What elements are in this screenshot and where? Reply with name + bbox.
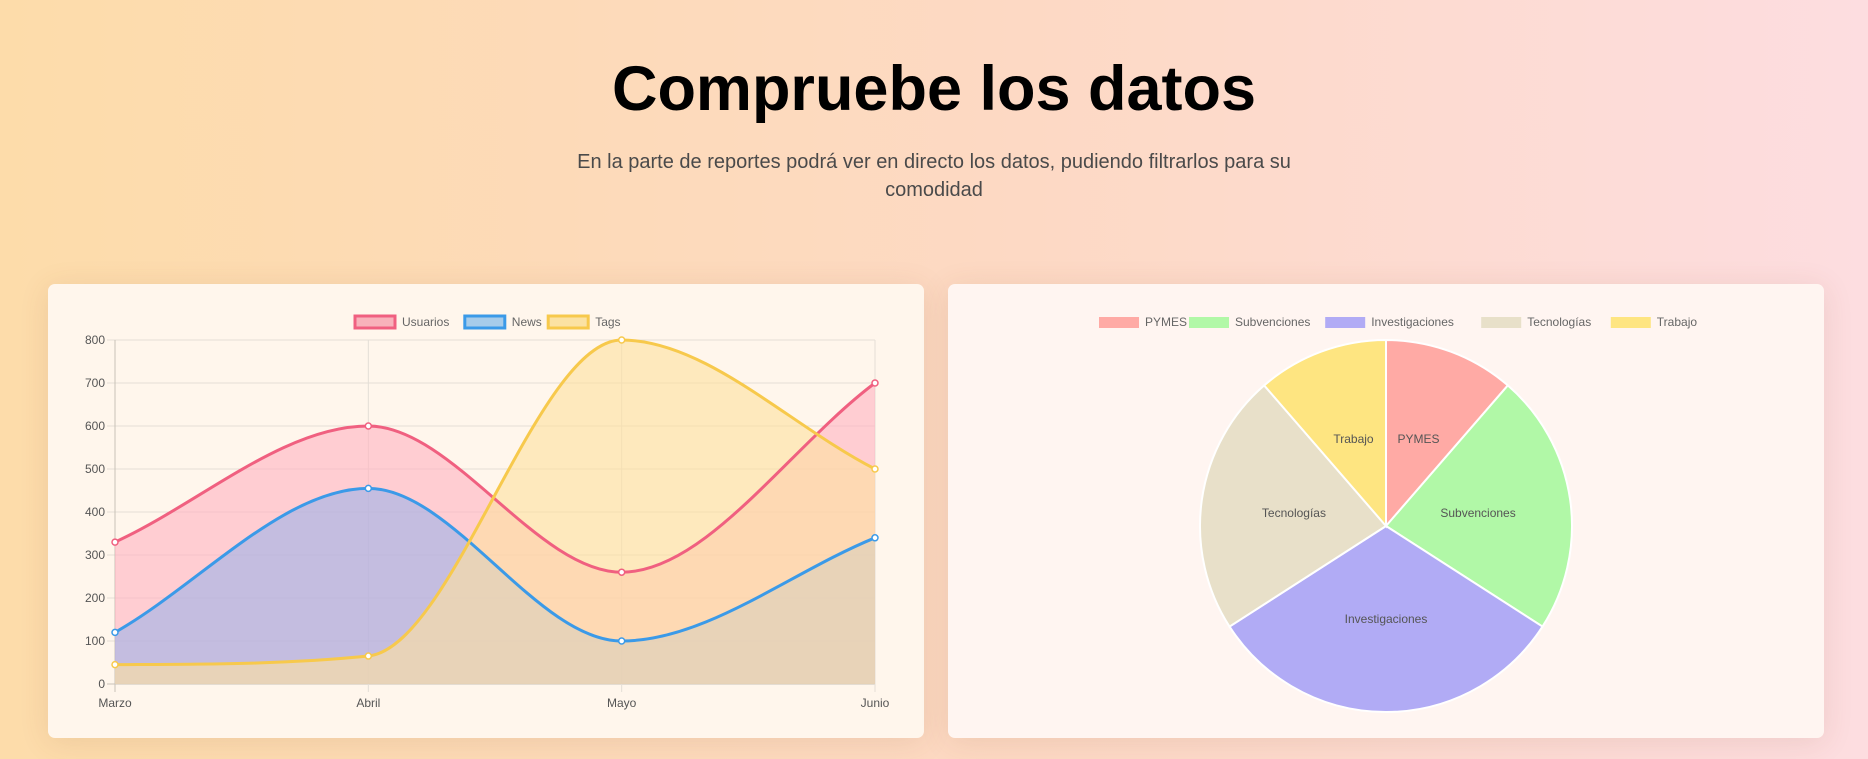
x-tick-label: Marzo [98,696,132,710]
legend-swatch-tecnologías [1481,317,1522,328]
point-news-abril[interactable] [364,484,373,493]
point-usuarios-abril[interactable] [364,422,373,430]
legend-label-tecnologías[interactable]: Tecnologías [1527,315,1591,329]
point-usuarios-marzo[interactable] [111,538,119,546]
legend-swatch-subvenciones [1189,317,1229,328]
legend-label-pymes[interactable]: PYMES [1145,315,1187,329]
legend-swatch-investigaciones [1325,317,1366,328]
line-chart-areas [115,340,875,684]
pie-chart-slices [1199,338,1573,713]
slice-label-pymes: PYMES [1397,432,1439,446]
legend-label-investigaciones[interactable]: Investigaciones [1371,315,1454,329]
pie-chart-legend: PYMES Subvenciones Investigaciones Tecnolog… [1099,315,1697,329]
legend-swatch-pymes [1099,317,1139,328]
point-tags-marzo[interactable] [111,660,119,669]
legend-swatch-tags [546,314,590,330]
legend-swatch-usuarios [353,314,397,330]
y-tick-label: 0 [98,677,105,691]
line-chart-y-axis: 0 100 200 300 400 500 600 700 800 [85,333,105,691]
slice-label-trabajo: Trabajo [1333,432,1374,446]
pie-chart: PYMES Subvenciones Investigaciones Tecnolog… [1099,315,1697,713]
y-tick-label: 200 [85,591,105,605]
legend-label-subvenciones[interactable]: Subvenciones [1235,315,1310,329]
x-tick-label: Junio [861,696,890,710]
y-tick-label: 300 [85,548,105,562]
x-tick-label: Abril [356,696,380,710]
slice-label-investigaciones: Investigaciones [1345,612,1428,626]
slice-label-tecnologías: Tecnologías [1262,506,1326,520]
y-tick-label: 400 [85,505,105,519]
legend-label-usuarios[interactable]: Usuarios [402,315,449,329]
page-title: Compruebe los datos [611,54,1257,124]
legend-label-news[interactable]: News [512,315,542,329]
point-news-marzo[interactable] [111,628,119,637]
y-tick-label: 600 [85,419,105,433]
point-tags-abril[interactable] [364,652,373,660]
point-news-junio[interactable] [871,534,879,542]
point-tags-junio[interactable] [871,465,879,473]
pie-chart-card: PYMES Subvenciones Investigaciones Tecnolog… [948,284,1824,738]
y-tick-label: 800 [85,333,105,347]
x-tick-label: Mayo [607,696,637,710]
point-news-mayo[interactable] [617,637,626,645]
legend-label-trabajo[interactable]: Trabajo [1657,315,1698,329]
line-chart: Usuarios News Tags 0 100 200 300 400 500 600 700 8… [85,314,890,710]
point-usuarios-mayo[interactable] [617,568,626,576]
page-subtitle: En la parte de reportes podrá ver en dir… [577,151,1291,201]
y-tick-label: 700 [85,376,105,390]
y-tick-label: 500 [85,462,105,476]
line-chart-legend: Usuarios News Tags [353,314,621,330]
line-chart-card: Usuarios News Tags 0 100 200 300 400 500 600 700 8… [48,284,924,738]
legend-swatch-trabajo [1610,317,1651,328]
legend-label-tags[interactable]: Tags [595,315,620,329]
legend-swatch-news [463,314,507,330]
slice-label-subvenciones: Subvenciones [1440,506,1515,520]
point-usuarios-junio[interactable] [871,379,879,387]
line-chart-x-axis: Marzo Abril Mayo Junio [98,696,889,710]
point-tags-mayo[interactable] [617,336,626,344]
y-tick-label: 100 [85,634,105,648]
